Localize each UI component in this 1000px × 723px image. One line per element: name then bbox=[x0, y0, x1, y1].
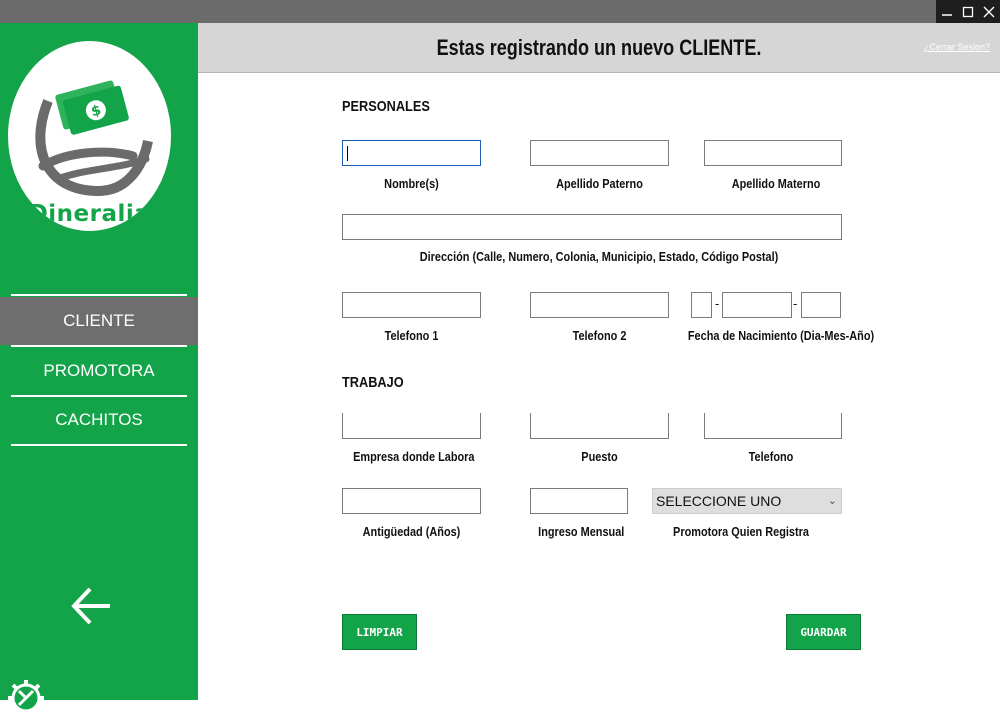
fecha-nacimiento-label: Fecha de Nacimiento (Dia-Mes-Año) bbox=[687, 328, 875, 343]
text-caret bbox=[347, 146, 348, 161]
section-title-personales: PERSONALES bbox=[342, 98, 430, 115]
sidebar-item-cachitos[interactable]: CACHITOS bbox=[0, 396, 198, 444]
guardar-button[interactable]: GUARDAR bbox=[786, 614, 861, 650]
promotora-select-value: SELECCIONE UNO bbox=[656, 493, 782, 509]
telefono1-label: Telefono 1 bbox=[384, 328, 439, 343]
date-separator: - bbox=[793, 296, 798, 311]
minimize-icon[interactable] bbox=[938, 3, 956, 21]
nav-divider bbox=[11, 294, 187, 296]
empresa-input[interactable] bbox=[342, 413, 481, 439]
birth-month-input[interactable] bbox=[722, 292, 792, 318]
sidebar-item-label: CACHITOS bbox=[55, 410, 143, 429]
page-header: Estas registrando un nuevo CLIENTE. ¿Cer… bbox=[198, 23, 1000, 73]
puesto-label: Puesto bbox=[581, 449, 618, 464]
limpiar-button[interactable]: LIMPIAR bbox=[342, 614, 417, 650]
antiguedad-label: Antigüedad (Años) bbox=[362, 524, 461, 539]
sidebar-item-label: CLIENTE bbox=[63, 311, 135, 330]
sidebar-item-cliente[interactable]: CLIENTE bbox=[0, 297, 198, 345]
apellido-paterno-input[interactable] bbox=[530, 140, 669, 166]
telefono-trabajo-label: Telefono bbox=[748, 449, 794, 464]
apellido-paterno-label: Apellido Paterno bbox=[556, 176, 643, 191]
apellido-materno-label: Apellido Materno bbox=[731, 176, 821, 191]
nombre-label: Nombre(s) bbox=[384, 176, 439, 191]
telefono1-input[interactable] bbox=[342, 292, 481, 318]
telefono2-input[interactable] bbox=[530, 292, 669, 318]
logout-link[interactable]: ¿Cerrar Sesion? bbox=[924, 42, 990, 52]
section-title-trabajo: TRABAJO bbox=[342, 374, 404, 391]
telefono-trabajo-input[interactable] bbox=[704, 413, 842, 439]
promotora-label: Promotora Quien Registra bbox=[673, 524, 809, 539]
empresa-label: Empresa donde Labora bbox=[353, 449, 475, 464]
nav-divider bbox=[11, 444, 187, 446]
date-separator: - bbox=[715, 296, 720, 311]
sidebar-item-label: PROMOTORA bbox=[43, 361, 155, 380]
sidebar-item-promotora[interactable]: PROMOTORA bbox=[0, 347, 198, 395]
brand-name: Dineralia bbox=[28, 201, 151, 227]
direccion-input[interactable] bbox=[342, 214, 842, 240]
promotora-select[interactable]: SELECCIONE UNO ⌄ bbox=[652, 488, 842, 514]
telefono2-label: Telefono 2 bbox=[572, 328, 627, 343]
sidebar: $ Dineralia CLIENTE PROMOTORA CACHITOS bbox=[0, 23, 198, 716]
page-title: Estas registrando un nuevo CLIENTE. bbox=[436, 35, 762, 60]
chevron-down-icon: ⌄ bbox=[827, 495, 837, 507]
window-controls bbox=[936, 0, 1000, 23]
puesto-input[interactable] bbox=[530, 413, 669, 439]
ingreso-label: Ingreso Mensual bbox=[538, 524, 625, 539]
antiguedad-input[interactable] bbox=[342, 488, 481, 514]
maximize-icon[interactable] bbox=[959, 3, 977, 21]
gear-icon[interactable] bbox=[6, 678, 46, 718]
nombre-input[interactable] bbox=[342, 140, 481, 166]
birth-year-input[interactable] bbox=[801, 292, 841, 318]
apellido-materno-input[interactable] bbox=[704, 140, 842, 166]
arrow-left-icon[interactable] bbox=[70, 586, 114, 626]
ingreso-input[interactable] bbox=[530, 488, 628, 514]
window-titlebar bbox=[0, 0, 1000, 23]
direccion-label: Dirección (Calle, Numero, Colonia, Munic… bbox=[419, 249, 779, 264]
birth-day-input[interactable] bbox=[691, 292, 712, 318]
brand-logo: $ Dineralia bbox=[8, 41, 171, 231]
close-icon[interactable] bbox=[980, 3, 998, 21]
